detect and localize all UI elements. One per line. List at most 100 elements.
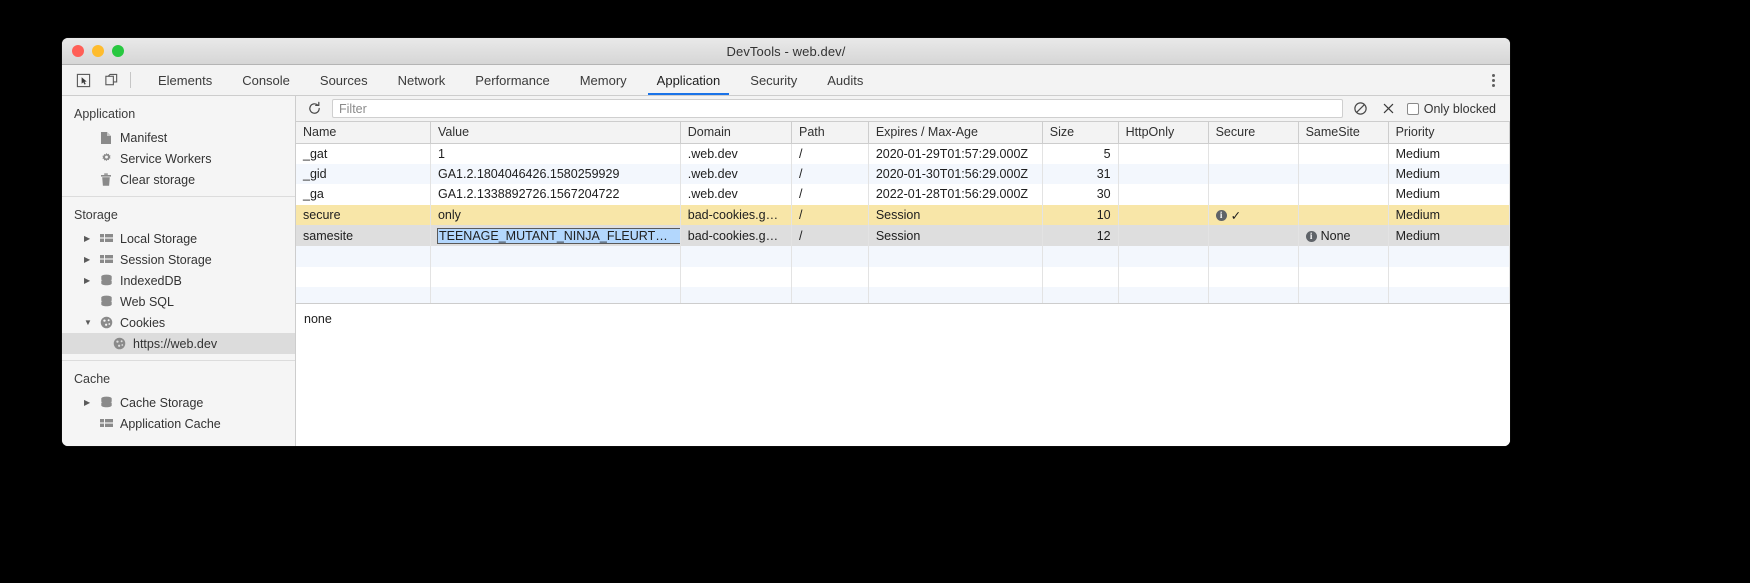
cell-expires[interactable]: 2020-01-29T01:57:29.000Z (868, 143, 1043, 164)
table-empty-row[interactable] (296, 287, 1510, 303)
cell-name[interactable]: _gat (296, 143, 431, 164)
table-empty-row[interactable] (296, 266, 1510, 288)
cell-secure[interactable] (1208, 143, 1299, 164)
chevron-right-icon[interactable]: ▶ (84, 255, 97, 264)
table-row[interactable]: _ga GA1.2.1338892726.1567204722 .web.dev… (296, 184, 1510, 205)
cell-value[interactable]: 1 (430, 143, 681, 164)
cell-domain[interactable]: .web.dev (680, 184, 792, 205)
sidebar-item-manifest[interactable]: ▶ Manifest (62, 127, 295, 148)
table-row[interactable]: secure only bad-cookies.g… / Session 10 … (296, 204, 1510, 226)
only-blocked-checkbox[interactable] (1406, 102, 1419, 115)
sidebar-item-local-storage[interactable]: ▶ Local Storage (62, 228, 295, 249)
cell-domain[interactable]: .web.dev (680, 163, 792, 185)
chevron-down-icon[interactable]: ▼ (84, 318, 97, 327)
cell-httponly[interactable] (1118, 204, 1209, 226)
column-header-httponly[interactable]: HttpOnly (1118, 122, 1209, 144)
tab-elements[interactable]: Elements (143, 65, 227, 95)
sidebar-item-cookies-web-dev[interactable]: https://web.dev (62, 333, 295, 354)
kebab-menu-icon[interactable] (1486, 71, 1500, 89)
table-row[interactable]: samesite TEENAGE_MUTANT_NINJA_FLEURTLES … (296, 225, 1510, 246)
cell-priority[interactable]: Medium (1388, 163, 1510, 185)
cell-samesite[interactable]: i None (1298, 225, 1389, 246)
cell-expires[interactable]: Session (868, 225, 1043, 246)
sidebar-item-web-sql[interactable]: ▶ Web SQL (62, 291, 295, 312)
cell-expires[interactable]: 2022-01-28T01:56:29.000Z (868, 184, 1043, 205)
cell-value[interactable]: TEENAGE_MUTANT_NINJA_FLEURTLES (430, 225, 681, 246)
cell-expires[interactable]: Session (868, 204, 1043, 226)
tab-audits[interactable]: Audits (812, 65, 878, 95)
sidebar-item-session-storage[interactable]: ▶ Session Storage (62, 249, 295, 270)
cell-secure[interactable] (1208, 184, 1299, 205)
sidebar-item-service-workers[interactable]: ▶ Service Workers (62, 148, 295, 169)
cell-httponly[interactable] (1118, 184, 1209, 205)
cell-domain[interactable]: .web.dev (680, 143, 792, 164)
cell-size[interactable]: 12 (1042, 225, 1119, 246)
cell-size[interactable]: 31 (1042, 163, 1119, 185)
cell-secure[interactable]: i ✓ (1208, 204, 1299, 226)
sidebar-item-application-cache[interactable]: ▶ Application Cache (62, 413, 295, 434)
column-header-samesite[interactable]: SameSite (1298, 122, 1389, 144)
cell-value[interactable]: only (430, 204, 681, 226)
cell-httponly[interactable] (1118, 143, 1209, 164)
cell-size[interactable]: 5 (1042, 143, 1119, 164)
tab-security[interactable]: Security (735, 65, 812, 95)
device-toolbar-icon[interactable] (100, 70, 122, 90)
cell-value[interactable]: GA1.2.1338892726.1567204722 (430, 184, 681, 205)
cell-priority[interactable]: Medium (1388, 184, 1510, 205)
table-row[interactable]: _gid GA1.2.1804046426.1580259929 .web.de… (296, 163, 1510, 185)
cell-secure[interactable] (1208, 225, 1299, 246)
cell-value[interactable]: GA1.2.1804046426.1580259929 (430, 163, 681, 185)
cell-domain[interactable]: bad-cookies.g… (680, 204, 792, 226)
cell-name[interactable]: _gid (296, 163, 431, 185)
delete-x-icon[interactable] (1379, 99, 1399, 119)
cell-expires[interactable]: 2020-01-30T01:56:29.000Z (868, 163, 1043, 185)
cell-size[interactable]: 10 (1042, 204, 1119, 226)
tab-sources[interactable]: Sources (305, 65, 383, 95)
cell-priority[interactable]: Medium (1388, 204, 1510, 226)
only-blocked-toggle[interactable]: Only blocked (1406, 102, 1502, 116)
table-row[interactable]: _gat 1 .web.dev / 2020-01-29T01:57:29.00… (296, 143, 1510, 164)
cell-path[interactable]: / (791, 204, 869, 226)
cell-samesite[interactable] (1298, 184, 1389, 205)
sidebar-item-cache-storage[interactable]: ▶ Cache Storage (62, 392, 295, 413)
column-header-name[interactable]: Name (296, 122, 431, 144)
cell-name[interactable]: samesite (296, 225, 431, 246)
column-header-expires[interactable]: Expires / Max-Age (868, 122, 1043, 144)
tab-application[interactable]: Application (642, 65, 736, 95)
table-empty-row[interactable] (296, 245, 1510, 267)
column-header-path[interactable]: Path (791, 122, 869, 144)
value-editing-selection[interactable]: TEENAGE_MUTANT_NINJA_FLEURTLES (436, 227, 680, 244)
tab-performance[interactable]: Performance (460, 65, 564, 95)
cell-samesite[interactable] (1298, 204, 1389, 226)
column-header-size[interactable]: Size (1042, 122, 1119, 144)
cell-secure[interactable] (1208, 163, 1299, 185)
column-header-domain[interactable]: Domain (680, 122, 792, 144)
chevron-right-icon[interactable]: ▶ (84, 234, 97, 243)
cell-size[interactable]: 30 (1042, 184, 1119, 205)
cell-samesite[interactable] (1298, 143, 1389, 164)
clear-all-icon[interactable] (1351, 99, 1371, 119)
cell-priority[interactable]: Medium (1388, 143, 1510, 164)
column-header-value[interactable]: Value (430, 122, 681, 144)
tab-network[interactable]: Network (383, 65, 461, 95)
cell-path[interactable]: / (791, 143, 869, 164)
column-header-secure[interactable]: Secure (1208, 122, 1299, 144)
cell-httponly[interactable] (1118, 225, 1209, 246)
tab-memory[interactable]: Memory (565, 65, 642, 95)
chevron-right-icon[interactable]: ▶ (84, 276, 97, 285)
cursor-select-icon[interactable] (72, 70, 94, 90)
cell-httponly[interactable] (1118, 163, 1209, 185)
cell-domain[interactable]: bad-cookies.g… (680, 225, 792, 246)
cell-name[interactable]: _ga (296, 184, 431, 205)
refresh-icon[interactable] (304, 99, 324, 119)
chevron-right-icon[interactable]: ▶ (84, 398, 97, 407)
sidebar-item-indexeddb[interactable]: ▶ IndexedDB (62, 270, 295, 291)
sidebar-item-cookies[interactable]: ▼ Cookies (62, 312, 295, 333)
search-input[interactable] (332, 99, 1343, 118)
cell-priority[interactable]: Medium (1388, 225, 1510, 246)
sidebar-item-clear-storage[interactable]: ▶ Clear storage (62, 169, 295, 190)
cell-path[interactable]: / (791, 163, 869, 185)
tab-console[interactable]: Console (227, 65, 305, 95)
cell-path[interactable]: / (791, 184, 869, 205)
cell-name[interactable]: secure (296, 204, 431, 226)
